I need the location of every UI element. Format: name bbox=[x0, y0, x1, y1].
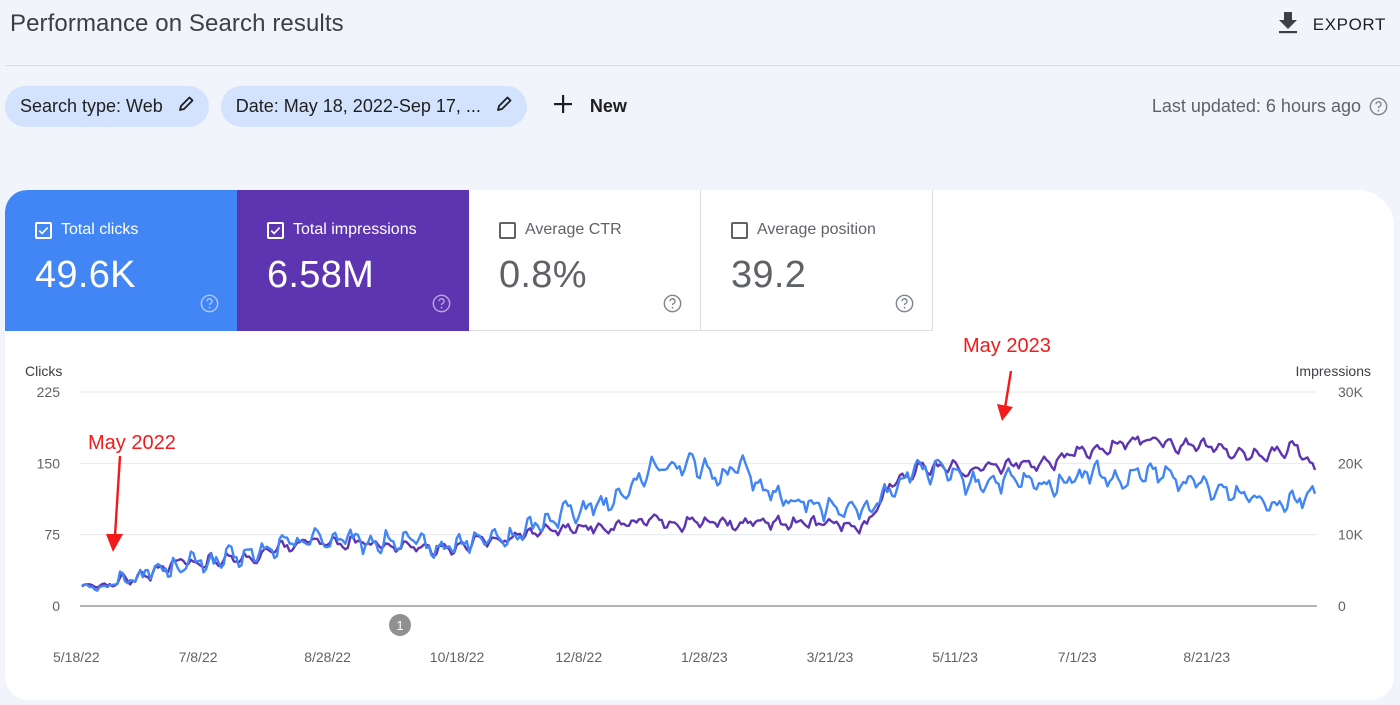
x-tick-label: 8/28/22 bbox=[304, 649, 351, 665]
annotation-arrowhead bbox=[106, 534, 123, 552]
chart-series bbox=[81, 435, 1317, 592]
annotation-arrow bbox=[113, 455, 122, 537]
x-tick-label: 5/11/23 bbox=[932, 649, 978, 665]
x-tick-label: 8/21/23 bbox=[1183, 649, 1230, 665]
x-tick-label: 10/18/22 bbox=[430, 649, 485, 665]
search-type-filter-chip[interactable]: Search type: Web bbox=[5, 86, 209, 127]
header-divider bbox=[5, 65, 1400, 66]
new-filter-button[interactable]: New bbox=[539, 93, 627, 120]
x-tick-label: 1/28/23 bbox=[681, 649, 728, 665]
chip-label: Date: May 18, 2022-Sep 17, ... bbox=[235, 96, 481, 116]
y-left-tick-label: 75 bbox=[44, 527, 60, 543]
annotation-arrowhead bbox=[997, 404, 1013, 421]
x-tick-label: 12/8/22 bbox=[555, 649, 602, 665]
y-right-tick-label: 20K bbox=[1338, 455, 1364, 471]
plus-icon bbox=[552, 93, 574, 120]
download-icon bbox=[1277, 10, 1299, 39]
last-updated-status: Last updated: 6 hours ago bbox=[1152, 96, 1388, 117]
annotation-arrow bbox=[1003, 370, 1013, 409]
annotation-marker-label: 1 bbox=[396, 618, 403, 633]
chart-annotations: May 2022 May 2023 bbox=[88, 335, 1051, 552]
x-tick-label: 3/21/23 bbox=[807, 649, 854, 665]
y-left-tick-label: 150 bbox=[37, 455, 61, 471]
pencil-icon[interactable] bbox=[495, 95, 513, 118]
performance-chart[interactable]: Clicks Impressions 075150225 010K20K30K … bbox=[5, 190, 1394, 700]
chart-gridlines bbox=[80, 391, 1317, 607]
export-label: EXPORT bbox=[1312, 14, 1386, 34]
y-right-tick-label: 30K bbox=[1338, 384, 1364, 400]
annotation-label: May 2022 bbox=[88, 432, 176, 454]
y-right-ticks: 0 10K 20K 30K bbox=[1338, 384, 1364, 614]
help-circle-icon[interactable] bbox=[1369, 97, 1388, 116]
y-left-tick-label: 0 bbox=[52, 598, 60, 614]
y-left-ticks: 0 75 150 225 bbox=[37, 384, 61, 614]
y-right-tick-label: 10K bbox=[1338, 527, 1364, 543]
page-title: Performance on Search results bbox=[10, 10, 344, 37]
filter-bar: Search type: Web Date: May 18, 2022-Sep … bbox=[5, 86, 627, 127]
date-filter-chip[interactable]: Date: May 18, 2022-Sep 17, ... bbox=[220, 86, 527, 127]
y-left-tick-label: 225 bbox=[37, 384, 61, 400]
y-right-axis-title: Impressions bbox=[1296, 363, 1371, 379]
chip-label: Search type: Web bbox=[20, 96, 163, 116]
series-line-impressions bbox=[81, 435, 1317, 589]
x-tick-label: 5/18/22 bbox=[53, 649, 100, 665]
x-tick-label: 7/8/22 bbox=[179, 649, 218, 665]
annotation-marker[interactable]: 1 bbox=[389, 614, 411, 636]
x-tick-label: 7/1/23 bbox=[1058, 649, 1097, 665]
series-line-clicks bbox=[81, 452, 1317, 592]
annotation-label: May 2023 bbox=[963, 335, 1051, 357]
y-right-tick-label: 0 bbox=[1338, 598, 1346, 614]
x-axis-ticks: 5/18/22 7/8/22 8/28/22 10/18/22 12/8/22 1/28/… bbox=[53, 649, 1230, 665]
new-label: New bbox=[589, 96, 627, 116]
last-updated-text: Last updated: 6 hours ago bbox=[1151, 96, 1361, 116]
y-left-axis-title: Clicks bbox=[25, 363, 62, 379]
pencil-icon[interactable] bbox=[177, 95, 195, 118]
export-button[interactable]: EXPORT bbox=[1277, 10, 1386, 39]
performance-card: Total clicks 49.6K Total impressions 6.5… bbox=[5, 190, 1394, 700]
